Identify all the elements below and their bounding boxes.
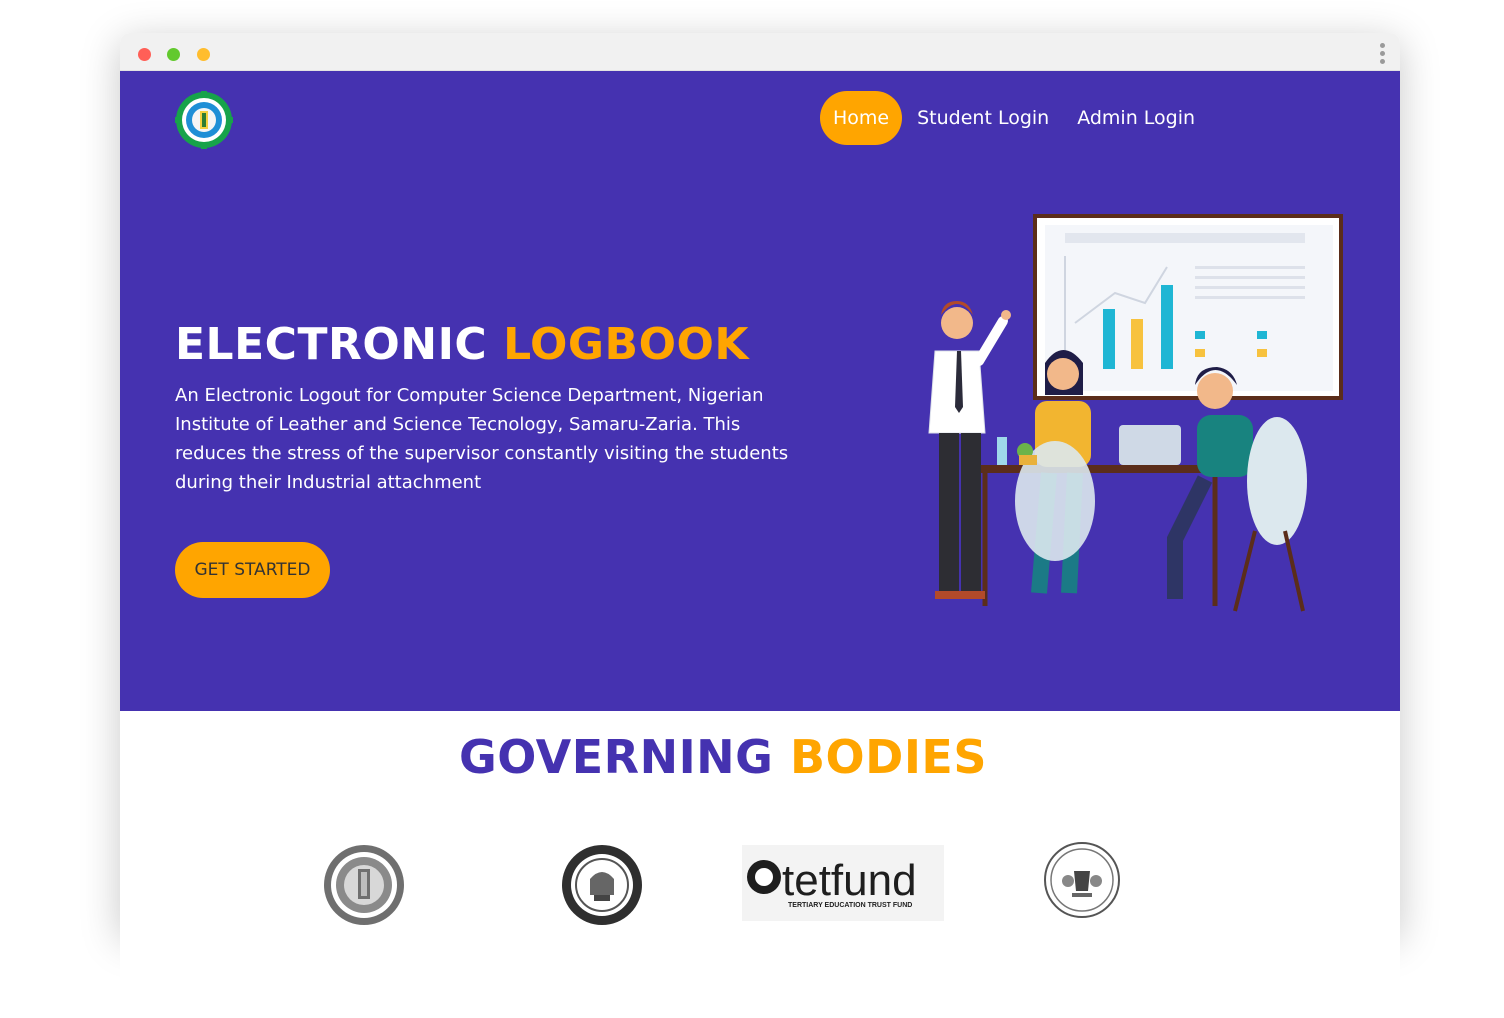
hero-title-accent: LOGBOOK — [503, 319, 749, 370]
hero-description: An Electronic Logout for Computer Scienc… — [175, 385, 789, 493]
hero-title: ELECTRONIC LOGBOOK — [175, 319, 749, 370]
browser-window: Home Student Login Admin Login ELECTRONI… — [120, 33, 1400, 1018]
kebab-menu-icon[interactable] — [1380, 43, 1386, 67]
get-started-button[interactable]: GET STARTED — [175, 542, 330, 598]
governing-title-main: GOVERNING — [459, 730, 774, 784]
team-meeting-illustration — [928, 214, 1343, 612]
maximize-window-button[interactable] — [197, 48, 210, 61]
nav-home[interactable]: Home — [820, 91, 903, 145]
nigeria-coat-of-arms-logo[interactable] — [1044, 841, 1120, 919]
nav-admin-login[interactable]: Admin Login — [1064, 91, 1208, 145]
nav-student-login[interactable]: Student Login — [904, 91, 1062, 145]
nilest-logo[interactable] — [322, 843, 406, 927]
minimize-window-button[interactable] — [167, 48, 180, 61]
hero-section: Home Student Login Admin Login ELECTRONI… — [120, 71, 1400, 711]
close-window-button[interactable] — [138, 48, 151, 61]
tetfund-wordmark: tetfund — [782, 856, 917, 905]
browser-titlebar — [120, 33, 1400, 71]
governing-bodies-title: GOVERNING BODIES — [120, 730, 1326, 784]
tetfund-tagline: TERTIARY EDUCATION TRUST FUND — [788, 902, 912, 909]
institute-logo-icon[interactable] — [175, 91, 233, 149]
itf-logo[interactable] — [560, 843, 644, 927]
tetfund-logo[interactable]: tetfund TERTIARY EDUCATION TRUST FUND — [742, 845, 944, 921]
governing-title-accent: BODIES — [789, 730, 987, 784]
main-nav: Home Student Login Admin Login — [820, 91, 1210, 145]
hero-title-main: ELECTRONIC — [175, 319, 488, 370]
